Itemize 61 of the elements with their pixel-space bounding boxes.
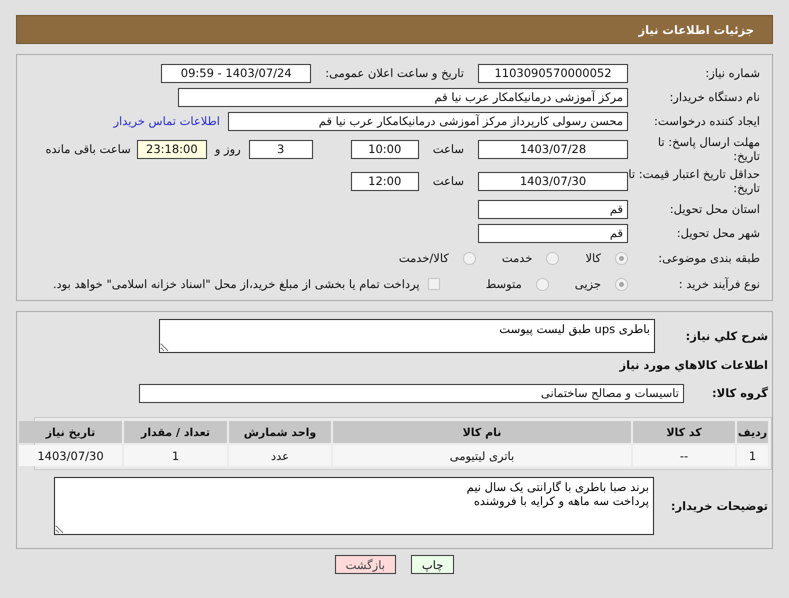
field-label: روز و (214, 142, 241, 156)
field-label: حداقل تاریخ اعتبار قیمت: تا تاریخ: (628, 167, 761, 195)
time-field[interactable]: 12:00 (350, 172, 419, 190)
buyer-notes-field[interactable]: برند صبا باطری با گارانتی یک سال نیم پرداخت سه ماهه و کرایه با فروشنده (54, 477, 654, 535)
column-header: تعداد / مقدار (124, 421, 227, 443)
field-label: شرح کلي نياز: (684, 329, 769, 343)
remaining-time-field[interactable]: 23:18:00 (136, 140, 207, 158)
field-label: مهلت ارسال پاسخ: تا تاریخ: (656, 135, 761, 163)
back-button[interactable]: بازگشت (334, 555, 396, 574)
radio-button[interactable] (615, 278, 628, 290)
time-field[interactable]: 10:00 (350, 140, 419, 158)
field-label: ساعت (432, 142, 464, 156)
date-field[interactable]: 1403/07/30 (478, 172, 628, 190)
table-cell: عدد (229, 445, 331, 466)
requester-field[interactable]: محسن رسولی کارپرداز مرکز آموزشی درمانیکامکار عرب نیا قم (228, 112, 628, 130)
radio-label: کالا/خدمت (398, 251, 449, 265)
radio-label: خدمت (502, 251, 532, 265)
print-button[interactable]: چاپ (410, 555, 454, 574)
radio-label: متوسط (486, 277, 522, 291)
description-field[interactable]: باطری ups طبق لیست پیوست (159, 319, 655, 353)
contact-link[interactable]: اطلاعات تماس خریدار (113, 114, 220, 128)
column-header: واحد شمارش (229, 421, 331, 443)
field-label: نوع فرآیند خرید : (678, 277, 761, 291)
field-label: شهر محل تحویل: (676, 226, 761, 240)
radio-button[interactable] (536, 278, 549, 290)
field-label: توضیحات خریدار: (670, 499, 769, 513)
column-header: نام کالا (333, 421, 631, 443)
checkbox[interactable] (428, 278, 440, 290)
table-cell: -- (633, 445, 735, 466)
province-field[interactable]: قم (478, 200, 628, 218)
field-label: استان محل تحویل: (668, 202, 761, 216)
section-heading: اطلاعات کالاهاي مورد نياز (620, 358, 769, 372)
city-field[interactable]: قم (478, 224, 628, 242)
need-number-field[interactable]: 1103090570000052 (478, 64, 628, 82)
radio-button[interactable] (462, 252, 476, 264)
radio-label: جزیی (574, 277, 601, 291)
field-label: ساعت (432, 174, 464, 188)
radio-label: کالا (585, 251, 601, 265)
column-header: ردیف (737, 421, 768, 443)
column-header: تاریخ نیاز (19, 421, 122, 443)
field-label: ایجاد کننده درخواست: (653, 114, 761, 128)
field-label: شماره نیاز: (704, 66, 761, 80)
table-cell: 1403/07/30 (19, 445, 122, 466)
field-label: تاریخ و ساعت اعلان عمومی: (325, 66, 464, 80)
date-field[interactable]: 1403/07/28 (478, 140, 628, 158)
page-title: جزئیات اطلاعات نیاز (638, 22, 754, 36)
column-header: کد کالا (633, 421, 735, 443)
goods-group-field[interactable]: تاسیسات و مصالح ساختمانی (139, 384, 684, 402)
radio-button[interactable] (615, 252, 628, 264)
announce-date-field[interactable]: 1403/07/24 - 09:59 (161, 64, 312, 82)
days-field[interactable]: 3 (248, 140, 313, 158)
checkbox-label: پرداخت تمام یا بخشی از مبلغ خرید،از محل "اسناد خزانه اسلامی" خواهد بود. (52, 277, 420, 291)
field-label: ساعت باقی مانده (46, 142, 131, 156)
field-label: گروه کالا: (711, 386, 769, 400)
field-label: طبقه بندی موضوعی: (657, 251, 761, 265)
table-cell: باتری لیتیومی (333, 445, 631, 466)
field-label: نام دستگاه خریدار: (668, 90, 761, 104)
radio-button[interactable] (546, 252, 560, 264)
table-cell: 1 (124, 445, 227, 466)
table-cell: 1 (737, 445, 768, 466)
buyer-org-field[interactable]: مرکز آموزشی درمانیکامکار عرب نیا قم (178, 88, 628, 106)
